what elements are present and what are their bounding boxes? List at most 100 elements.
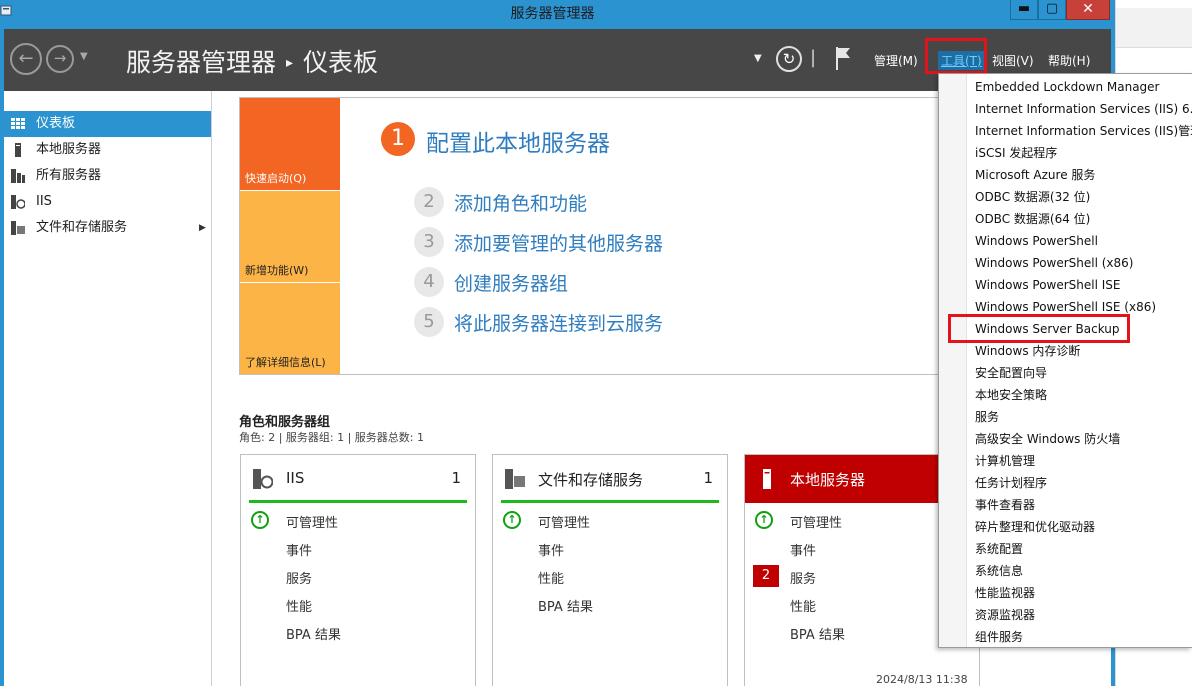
alert-count-badge: 2: [753, 565, 779, 587]
tools-menu-item[interactable]: 安全配置向导: [975, 362, 1047, 384]
status-ok-bar: [249, 500, 467, 503]
tools-menu-item[interactable]: Internet Information Services (IIS)管理器: [975, 120, 1192, 142]
tools-menu-item[interactable]: Microsoft Azure 服务: [975, 164, 1095, 186]
breadcrumb-root[interactable]: 服务器管理器: [126, 48, 276, 77]
role-tile-file-storage[interactable]: 文件和存储服务 1 ↑ 可管理性 事件 性能 BPA 结果: [492, 454, 728, 686]
notifications-flag-icon[interactable]: [833, 44, 853, 72]
sidebar-item-local-server[interactable]: 本地服务器: [4, 137, 211, 163]
tile-row-events[interactable]: 事件: [790, 540, 816, 559]
servers-icon: [11, 169, 25, 183]
quick-start-tab[interactable]: 快速启动(Q): [240, 98, 340, 190]
tools-menu-item[interactable]: 性能监视器: [975, 582, 1035, 604]
sidebar-item-label: 仪表板: [36, 116, 76, 131]
tools-menu-item[interactable]: 事件查看器: [975, 494, 1035, 516]
learn-more-tab[interactable]: 了解详细信息(L): [240, 283, 340, 374]
breadcrumb: 服务器管理器 ▸ 仪表板: [126, 43, 378, 79]
tile-header[interactable]: IIS 1: [241, 455, 475, 503]
sidebar-item-iis[interactable]: IIS: [4, 189, 211, 215]
ok-status-icon: ↑: [503, 511, 521, 529]
breadcrumb-current: 仪表板: [303, 48, 379, 77]
iis-icon: [253, 469, 273, 489]
minimize-button[interactable]: ▬: [1010, 0, 1038, 20]
tile-row-manageability[interactable]: 可管理性: [286, 512, 338, 531]
tools-menu-item[interactable]: ODBC 数据源(64 位): [975, 208, 1090, 230]
tools-menu-item[interactable]: 系统信息: [975, 560, 1023, 582]
sidebar-item-file-storage[interactable]: 文件和存储服务 ▶: [4, 215, 211, 241]
step-1-link[interactable]: 配置此本地服务器: [426, 124, 610, 158]
tools-menu-item[interactable]: 本地安全策略: [975, 384, 1047, 406]
tools-menu-item[interactable]: 碎片整理和优化驱动器: [975, 516, 1095, 538]
step-4-number: 4: [414, 267, 444, 297]
file-storage-icon: [505, 469, 525, 489]
back-button[interactable]: ←: [10, 43, 42, 75]
tile-name: 文件和存储服务: [538, 471, 644, 489]
sidebar-item-label: 所有服务器: [36, 168, 102, 183]
menu-gutter: [939, 74, 967, 647]
quick-start-label: 快速启动(Q): [245, 172, 307, 185]
step-3-link[interactable]: 添加要管理的其他服务器: [454, 229, 663, 256]
breadcrumb-separator-icon: ▸: [286, 55, 294, 71]
step-4-link[interactable]: 创建服务器组: [454, 269, 568, 296]
sidebar-item-all-servers[interactable]: 所有服务器: [4, 163, 211, 189]
tile-row-performance[interactable]: 性能: [790, 596, 816, 615]
tools-menu-item[interactable]: 服务: [975, 406, 999, 428]
step-2-link[interactable]: 添加角色和功能: [454, 189, 587, 216]
step-5-number: 5: [414, 307, 444, 337]
sidebar-item-label: IIS: [36, 194, 52, 209]
tools-menu-item[interactable]: iSCSI 发起程序: [975, 142, 1057, 164]
tools-menu-item[interactable]: Windows 内存诊断: [975, 340, 1080, 362]
whats-new-tab[interactable]: 新增功能(W): [240, 191, 340, 282]
forward-arrow-icon: →: [53, 49, 67, 67]
status-ok-bar: [501, 500, 719, 503]
tools-menu-item[interactable]: 高级安全 Windows 防火墙: [975, 428, 1120, 450]
tile-row-performance[interactable]: 性能: [538, 568, 564, 587]
tile-count: 1: [703, 469, 713, 487]
tools-menu-item[interactable]: Windows PowerShell: [975, 230, 1098, 252]
tools-menu-item[interactable]: Windows PowerShell ISE: [975, 274, 1121, 296]
tools-menu-item[interactable]: 系统配置: [975, 538, 1023, 560]
tools-menu-item[interactable]: 组件服务: [975, 626, 1023, 647]
tile-header[interactable]: 文件和存储服务 1: [493, 455, 727, 503]
header-dropdown-icon[interactable]: ▼: [754, 53, 762, 64]
tile-row-bpa[interactable]: BPA 结果: [286, 624, 341, 643]
sidebar-item-dashboard[interactable]: 仪表板: [4, 111, 211, 137]
menu-manage[interactable]: 管理(M): [874, 52, 918, 69]
header-divider: |: [810, 47, 817, 68]
tile-row-bpa[interactable]: BPA 结果: [538, 596, 593, 615]
tools-menu-highlight: [925, 38, 987, 74]
refresh-icon[interactable]: ↻: [776, 46, 802, 72]
tools-menu-item[interactable]: Internet Information Services (IIS) 6.0 …: [975, 98, 1192, 120]
step-5-link[interactable]: 将此服务器连接到云服务: [454, 309, 663, 336]
step-1-number: 1: [381, 122, 415, 156]
menu-view[interactable]: 视图(V): [992, 52, 1034, 69]
step-2-number: 2: [414, 187, 444, 217]
tile-row-services[interactable]: 服务: [790, 568, 816, 587]
welcome-tile: 快速启动(Q) 新增功能(W) 了解详细信息(L) 1 配置此本地服务器 2 添…: [239, 97, 959, 375]
tile-row-bpa[interactable]: BPA 结果: [790, 624, 845, 643]
tools-menu-item[interactable]: Windows PowerShell (x86): [975, 252, 1133, 274]
tile-row-services[interactable]: 服务: [286, 568, 312, 587]
close-button[interactable]: ✕: [1066, 0, 1110, 20]
ok-status-icon: ↑: [251, 511, 269, 529]
iis-icon: [11, 195, 25, 209]
role-tile-iis[interactable]: IIS 1 ↑ 可管理性 事件 服务 性能 BPA 结果: [240, 454, 476, 686]
forward-button[interactable]: →: [46, 45, 74, 73]
tools-menu-item[interactable]: 资源监视器: [975, 604, 1035, 626]
tile-row-manageability[interactable]: 可管理性: [790, 512, 842, 531]
expand-arrow-icon[interactable]: ▶: [199, 215, 206, 241]
step-3-number: 3: [414, 227, 444, 257]
tile-row-events[interactable]: 事件: [286, 540, 312, 559]
background-window-strip: [1116, 8, 1192, 48]
tools-menu-item[interactable]: 任务计划程序: [975, 472, 1047, 494]
sidebar: 仪表板 本地服务器 所有服务器 IIS 文件和存储服务 ▶: [4, 91, 212, 686]
tile-row-manageability[interactable]: 可管理性: [538, 512, 590, 531]
nav-history-dropdown-icon[interactable]: ▼: [80, 51, 88, 62]
tools-menu-item[interactable]: 计算机管理: [975, 450, 1035, 472]
tools-menu-item[interactable]: Embedded Lockdown Manager: [975, 76, 1159, 98]
tools-menu-item[interactable]: ODBC 数据源(32 位): [975, 186, 1090, 208]
maximize-button[interactable]: ▢: [1038, 0, 1066, 20]
tile-row-performance[interactable]: 性能: [286, 596, 312, 615]
sidebar-item-label: 本地服务器: [36, 142, 102, 157]
menu-help[interactable]: 帮助(H): [1048, 52, 1090, 69]
tile-row-events[interactable]: 事件: [538, 540, 564, 559]
